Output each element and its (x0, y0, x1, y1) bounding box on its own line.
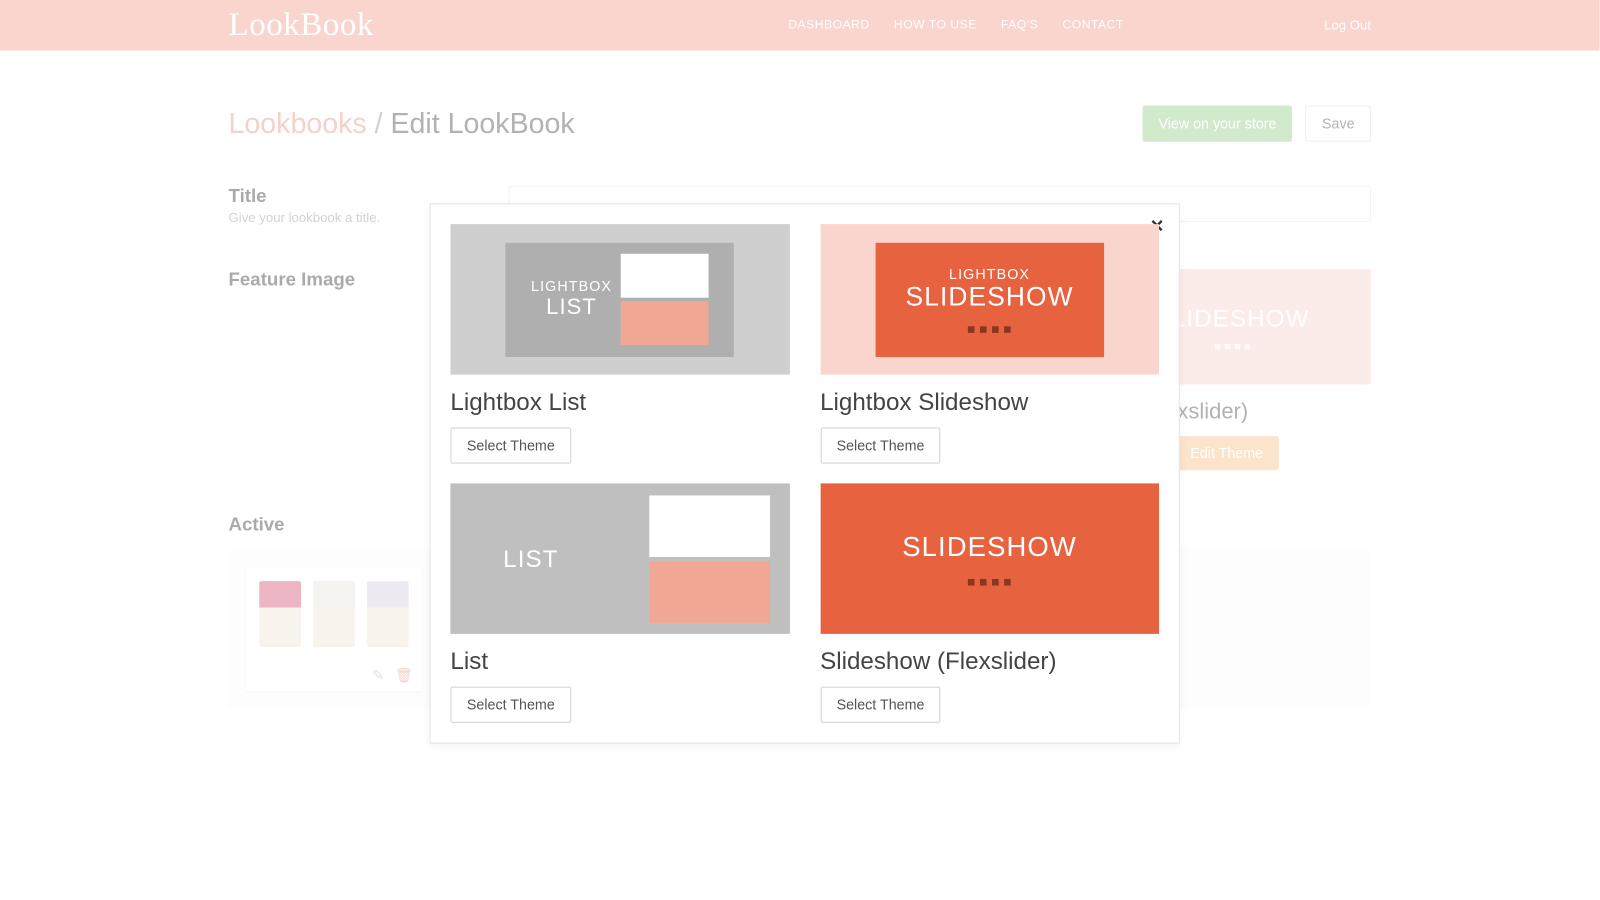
theme-card-list: LIST List Select Theme (450, 483, 789, 722)
action-buttons: View on your store Save (1143, 105, 1371, 141)
theme-card-lightbox-list: LIGHTBOX LIST Lightbox List Select Theme (450, 224, 789, 463)
trash-icon[interactable]: 🗑 (395, 667, 413, 685)
edit-icon[interactable]: ✎ (372, 667, 384, 685)
header: LookBook DASHBOARD HOW TO USE FAQ'S CONT… (0, 0, 1600, 51)
select-theme-button[interactable]: Select Theme (450, 687, 571, 723)
theme-name: Slideshow (Flexslider) (820, 647, 1159, 676)
breadcrumb-current: Edit LookBook (390, 107, 574, 140)
preview-text: SLIDESHOW (902, 532, 1077, 564)
breadcrumb: Lookbooks / Edit LookBook (229, 107, 575, 141)
edit-theme-button[interactable]: Edit Theme (1175, 436, 1279, 470)
preview-text: LIST (531, 295, 612, 319)
breadcrumb-sep: / (367, 107, 391, 140)
nav-contact[interactable]: CONTACT (1063, 19, 1124, 32)
lookbook-thumbnail[interactable]: ✎ 🗑 (246, 567, 422, 691)
select-theme-button[interactable]: Select Theme (450, 427, 571, 463)
preview-text: LIGHTBOX (949, 266, 1030, 282)
select-theme-button[interactable]: Select Theme (820, 687, 941, 723)
preview-text: SLIDESHOW (906, 282, 1074, 313)
theme-card-lightbox-slideshow: LIGHTBOX SLIDESHOW Lightbox Slideshow Se… (820, 224, 1159, 463)
logout-link[interactable]: Log Out (1324, 18, 1371, 33)
main-nav: DASHBOARD HOW TO USE FAQ'S CONTACT (788, 19, 1124, 32)
preview-lightbox-list: LIGHTBOX LIST (450, 224, 789, 375)
save-button[interactable]: Save (1306, 105, 1372, 141)
preview-text: LIST (503, 544, 558, 573)
nav-dashboard[interactable]: DASHBOARD (788, 19, 870, 32)
preview-list: LIST (450, 483, 789, 634)
theme-name: List (450, 647, 789, 676)
thumbnail-image (246, 567, 422, 660)
preview-slideshow: SLIDESHOW (820, 483, 1159, 634)
theme-name: Lightbox Slideshow (820, 388, 1159, 417)
view-on-store-button[interactable]: View on your store (1143, 105, 1292, 141)
logo: LookBook (229, 7, 374, 44)
theme-card-slideshow: SLIDESHOW Slideshow (Flexslider) Select … (820, 483, 1159, 722)
preview-lightbox-slideshow: LIGHTBOX SLIDESHOW (820, 224, 1159, 375)
preview-text: LIGHTBOX (531, 279, 612, 295)
breadcrumb-link[interactable]: Lookbooks (229, 107, 367, 140)
nav-faqs[interactable]: FAQ'S (1001, 19, 1038, 32)
theme-selector-modal: × LIGHTBOX LIST Lightbox List Select The… (430, 203, 1180, 744)
select-theme-button[interactable]: Select Theme (820, 427, 941, 463)
nav-how-to-use[interactable]: HOW TO USE (894, 19, 977, 32)
theme-name: Lightbox List (450, 388, 789, 417)
